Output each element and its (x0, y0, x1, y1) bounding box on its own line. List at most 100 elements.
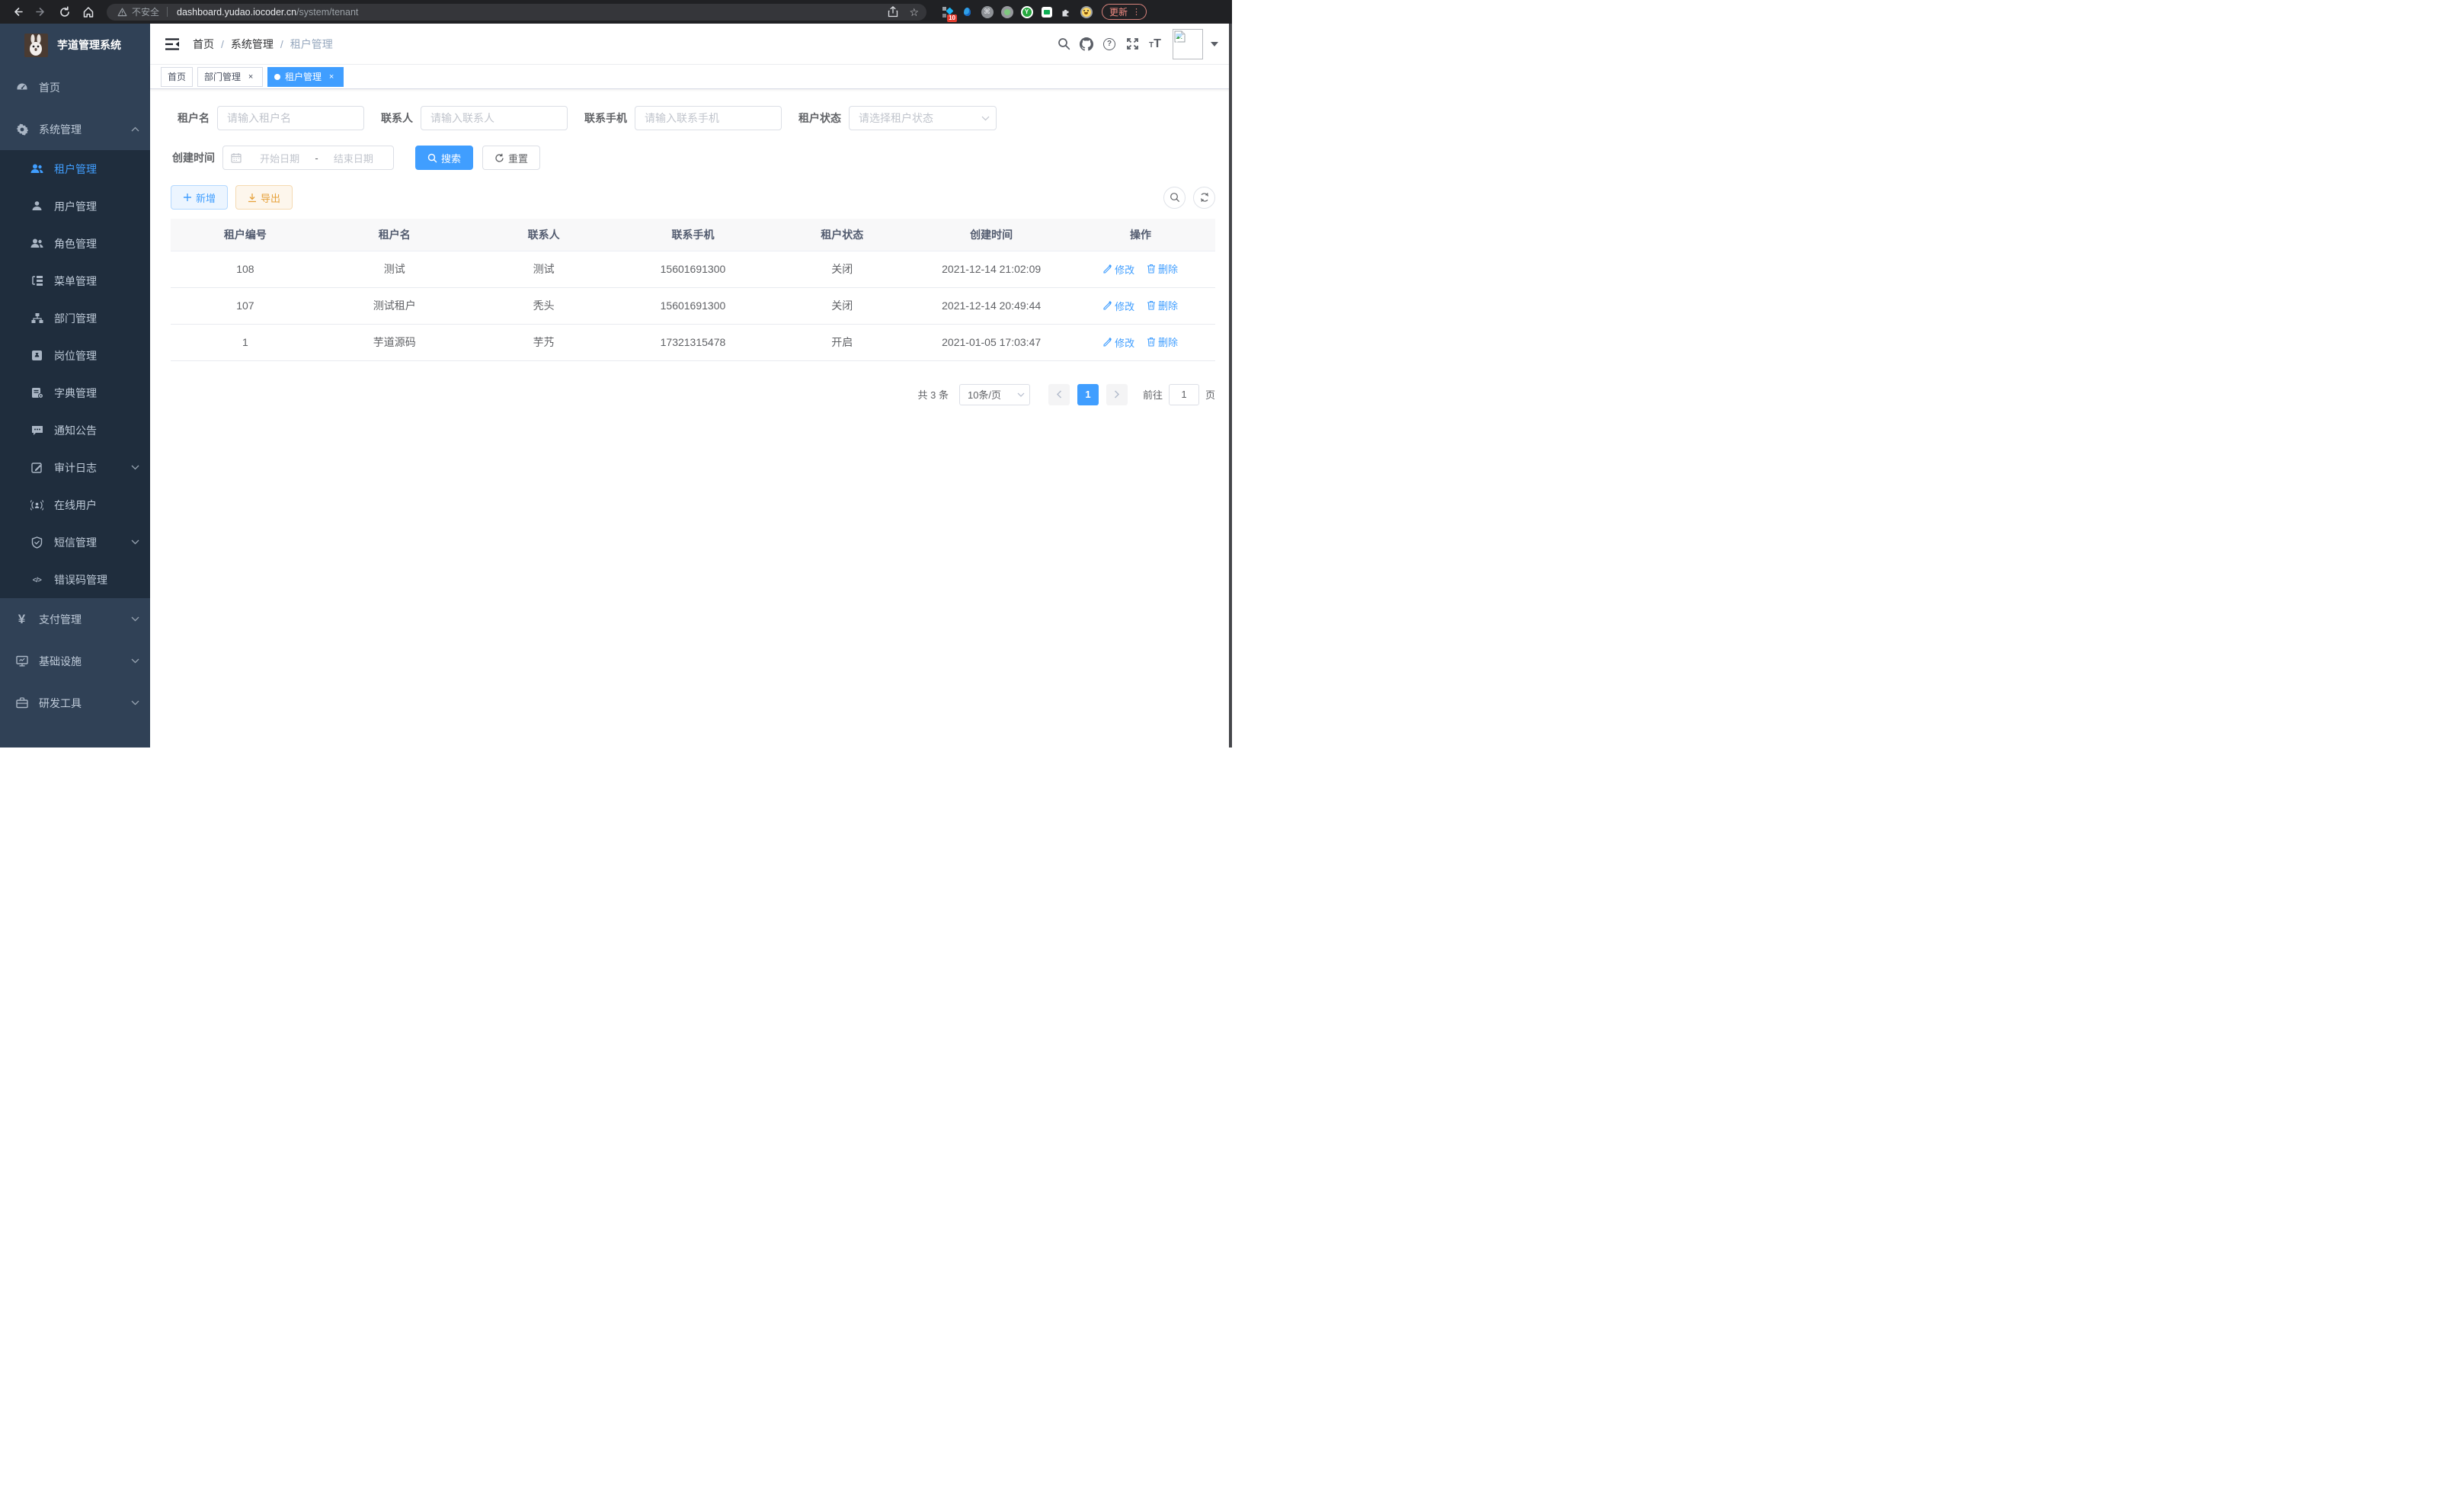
next-page-button[interactable] (1106, 384, 1128, 405)
sidebar-item-user[interactable]: 用户管理 (0, 187, 150, 225)
delete-link[interactable]: 删除 (1147, 335, 1178, 349)
start-date-placeholder[interactable]: 开始日期 (248, 151, 312, 165)
page-unit-label: 页 (1205, 387, 1215, 402)
sidebar-item-infra[interactable]: 基础设施 (0, 640, 150, 682)
status-value: 关闭 (767, 251, 917, 287)
edit-link[interactable]: 修改 (1103, 262, 1134, 277)
sidebar-item-system[interactable]: 系统管理 (0, 108, 150, 150)
total-count: 共 3 条 (918, 387, 949, 402)
delete-link[interactable]: 删除 (1147, 298, 1178, 312)
page-size-select[interactable]: 10条/页 (959, 384, 1030, 405)
menu-tree-icon (30, 274, 43, 287)
search-button[interactable]: 搜索 (415, 146, 473, 170)
sidebar: 芋道管理系统 首页 系统管理 租户管理 用户管理 (0, 24, 150, 748)
export-button[interactable]: 导出 (235, 185, 293, 210)
toggle-search-button[interactable] (1163, 187, 1186, 209)
message-icon (30, 424, 43, 437)
status-select[interactable]: 请选择租户状态 (849, 106, 997, 130)
github-icon[interactable] (1075, 33, 1098, 56)
add-button[interactable]: 新增 (171, 185, 228, 210)
extension-balloon-icon[interactable] (961, 5, 974, 18)
app-title: 芋道管理系统 (57, 37, 121, 53)
extensions-puzzle-icon[interactable] (1060, 5, 1073, 18)
url-path[interactable]: /system/tenant (296, 7, 358, 18)
browser-menu-icon[interactable]: ⋮ (1132, 7, 1141, 17)
sidebar-logo[interactable]: 芋道管理系统 (0, 24, 150, 66)
sidebar-item-menu[interactable]: 菜单管理 (0, 262, 150, 299)
sidebar-item-online-user[interactable]: 在线用户 (0, 486, 150, 523)
mobile-input[interactable] (635, 106, 782, 130)
create-time-range-picker[interactable]: 开始日期 - 结束日期 (222, 146, 394, 170)
browser-home-icon[interactable] (82, 5, 94, 18)
broken-image-icon (1174, 30, 1186, 46)
close-icon[interactable]: × (245, 72, 256, 82)
tenant-name-input[interactable] (217, 106, 364, 130)
header-search-icon[interactable] (1052, 33, 1075, 56)
sidebar-item-dept[interactable]: 部门管理 (0, 299, 150, 337)
sidebar-item-sms[interactable]: 短信管理 (0, 523, 150, 561)
sidebar-item-error-code[interactable]: </> 错误码管理 (0, 561, 150, 598)
edit-link[interactable]: 修改 (1103, 335, 1134, 350)
col-tenant-name: 租户名 (320, 219, 469, 251)
browser-update-button[interactable]: 更新 ⋮ (1102, 4, 1147, 20)
chevron-up-icon (131, 126, 139, 132)
extension-record-icon[interactable] (1000, 5, 1013, 18)
font-size-icon[interactable]: TT (1144, 33, 1166, 56)
security-label[interactable]: 不安全 (132, 5, 159, 18)
help-icon[interactable]: ? (1098, 33, 1121, 56)
url-host[interactable]: dashboard.yudao.iocoder.cn (177, 7, 296, 18)
sidebar-collapse-icon[interactable] (159, 31, 185, 57)
sidebar-item-role[interactable]: 角色管理 (0, 225, 150, 262)
extension-grid-icon[interactable]: 10 (941, 5, 954, 18)
sidebar-menu: 首页 系统管理 租户管理 用户管理 角色管理 (0, 66, 150, 748)
refresh-button[interactable] (1193, 187, 1215, 209)
browser-forward-icon[interactable] (34, 5, 47, 18)
avatar[interactable] (1173, 29, 1203, 59)
extension-chat-icon[interactable] (1040, 5, 1053, 18)
goto-page-input[interactable] (1169, 384, 1199, 405)
breadcrumb-home[interactable]: 首页 (193, 37, 214, 52)
current-page[interactable]: 1 (1077, 384, 1099, 405)
browser-toolbar: 不安全 dashboard.yudao.iocoder.cn/system/te… (0, 0, 1232, 24)
app-window: 不安全 dashboard.yudao.iocoder.cn/system/te… (0, 0, 1232, 748)
extension-emoji-icon[interactable] (1080, 5, 1093, 18)
update-label: 更新 (1109, 5, 1128, 18)
end-date-placeholder[interactable]: 结束日期 (322, 151, 386, 165)
sidebar-item-audit-log[interactable]: 审计日志 (0, 449, 150, 486)
edit-link[interactable]: 修改 (1103, 299, 1134, 313)
tab-home[interactable]: 首页 (161, 67, 193, 87)
yen-icon: ¥ (15, 613, 28, 626)
reset-button[interactable]: 重置 (482, 146, 540, 170)
extension-cmd-icon[interactable]: ⌘ (981, 5, 994, 18)
col-actions: 操作 (1066, 219, 1215, 251)
tab-dept[interactable]: 部门管理 × (197, 67, 263, 87)
sidebar-item-notice[interactable]: 通知公告 (0, 411, 150, 449)
status-label: 租户状态 (798, 110, 841, 126)
tab-tenant[interactable]: 租户管理 × (267, 67, 344, 87)
address-bar[interactable]: 不安全 dashboard.yudao.iocoder.cn/system/te… (107, 4, 926, 21)
extension-y-icon[interactable]: Y (1020, 5, 1033, 18)
contact-input[interactable] (421, 106, 568, 130)
sidebar-item-payment[interactable]: ¥ 支付管理 (0, 598, 150, 640)
delete-link[interactable]: 删除 (1147, 261, 1178, 276)
sidebar-item-home[interactable]: 首页 (0, 66, 150, 108)
bookmark-star-icon[interactable]: ☆ (909, 7, 919, 18)
window-scrollbar[interactable] (1229, 24, 1232, 748)
browser-back-icon[interactable] (11, 5, 24, 18)
goto-label: 前往 (1143, 387, 1163, 402)
sidebar-item-tenant[interactable]: 租户管理 (0, 150, 150, 187)
avatar-caret-icon[interactable] (1211, 42, 1218, 50)
breadcrumb-system[interactable]: 系统管理 (231, 37, 274, 52)
share-icon[interactable] (888, 6, 898, 18)
prev-page-button[interactable] (1048, 384, 1070, 405)
security-warning-icon (117, 8, 127, 17)
tenant-name-label: 租户名 (171, 110, 210, 126)
top-navbar: 首页 / 系统管理 / 租户管理 ? (150, 24, 1232, 65)
close-icon[interactable]: × (326, 72, 337, 82)
sidebar-item-dict[interactable]: 字典管理 (0, 374, 150, 411)
sidebar-item-post[interactable]: 岗位管理 (0, 337, 150, 374)
fullscreen-icon[interactable] (1121, 33, 1144, 56)
sidebar-item-dev-tools[interactable]: 研发工具 (0, 682, 150, 724)
browser-reload-icon[interactable] (58, 5, 71, 18)
shield-icon (30, 536, 43, 549)
